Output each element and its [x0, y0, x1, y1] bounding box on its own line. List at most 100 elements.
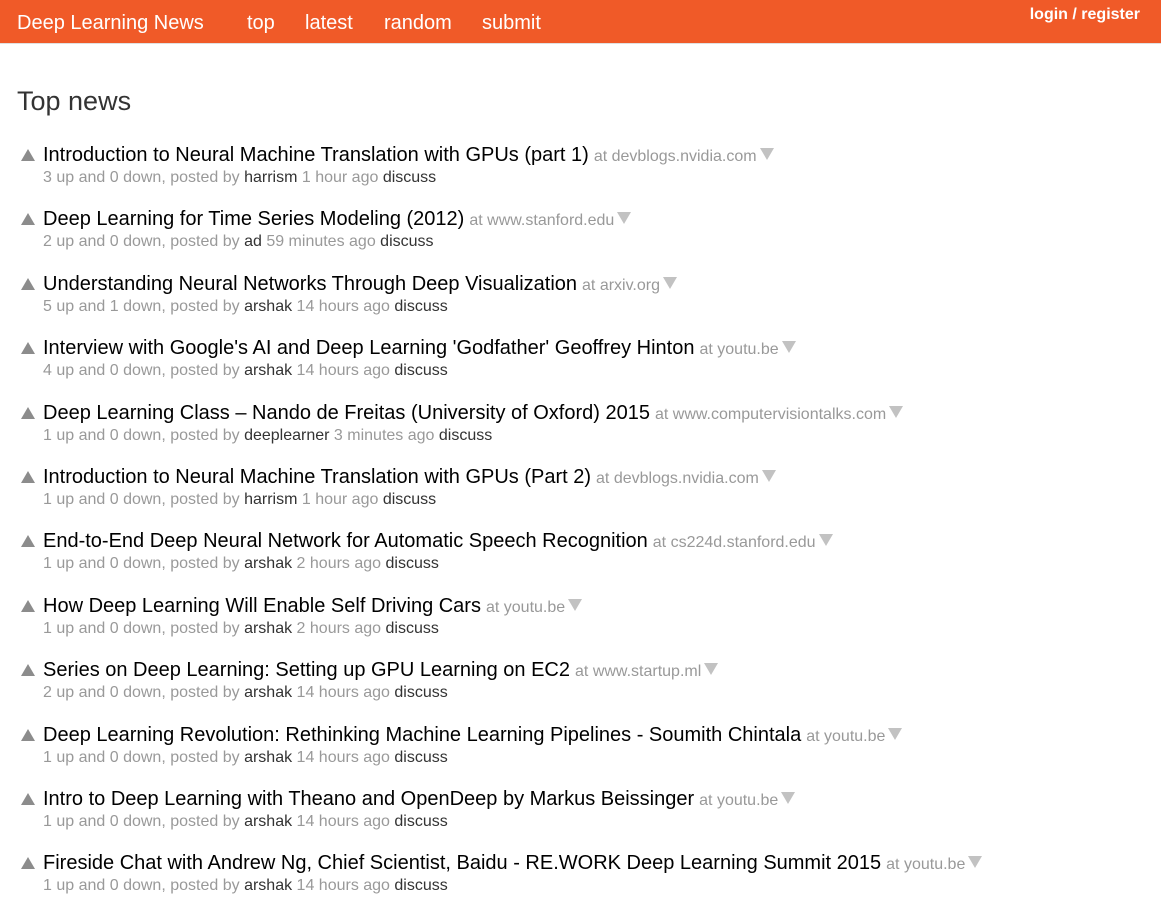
nav-random-link[interactable]: random [384, 12, 452, 35]
upvote-arrow-icon[interactable] [21, 342, 35, 355]
nav-latest-link[interactable]: latest [305, 12, 353, 35]
news-title-link[interactable]: Introduction to Neural Machine Translati… [43, 466, 591, 488]
news-time: 2 hours ago [296, 555, 382, 573]
upvote-arrow-icon[interactable] [21, 664, 35, 677]
news-title-link[interactable]: Series on Deep Learning: Setting up GPU … [43, 659, 570, 681]
news-site: devblogs.nvidia.com [611, 148, 757, 165]
news-user-link[interactable]: arshak [244, 813, 292, 830]
upvote-arrow-icon[interactable] [21, 406, 35, 419]
discuss-link[interactable]: discuss [394, 877, 447, 894]
site-brand-link[interactable]: Deep Learning News [17, 12, 204, 35]
news-time: 14 hours ago [296, 362, 390, 380]
discuss-link[interactable]: discuss [394, 298, 447, 315]
news-source: at devblogs.nvidia.com [594, 148, 757, 165]
news-user-link[interactable]: arshak [244, 555, 292, 572]
news-user-link[interactable]: arshak [244, 684, 292, 701]
upvote-arrow-icon[interactable] [21, 792, 35, 805]
news-list: Introduction to Neural Machine Translati… [0, 142, 1161, 915]
news-title-line: How Deep Learning Will Enable Self Drivi… [43, 595, 583, 618]
discuss-link[interactable]: discuss [394, 813, 447, 830]
news-site: www.computervisiontalks.com [672, 405, 887, 423]
downvote-arrow-icon[interactable] [617, 212, 632, 225]
news-meta: 1 up and 0 down, posted by arshak 2 hour… [43, 555, 439, 573]
upvote-arrow-icon[interactable] [21, 535, 35, 548]
upvote-arrow-icon[interactable] [21, 857, 35, 870]
at-label: at [582, 276, 596, 294]
news-meta: 5 up and 1 down, posted by arshak 14 hou… [43, 298, 448, 316]
news-site: youtu.be [903, 856, 966, 874]
news-user-link[interactable]: ad [244, 233, 262, 250]
news-title-link[interactable]: End-to-End Deep Neural Network for Autom… [43, 530, 648, 552]
news-user-link[interactable]: harrism [244, 169, 297, 186]
news-item: Deep Learning Revolution: Rethinking Mac… [0, 722, 1161, 786]
discuss-link[interactable]: discuss [383, 169, 436, 186]
upvote-arrow-icon[interactable] [21, 599, 35, 612]
news-title-link[interactable]: Understanding Neural Networks Through De… [43, 273, 577, 295]
news-user-link[interactable]: arshak [244, 877, 292, 894]
nav-submit-link[interactable]: submit [482, 12, 541, 35]
at-label: at [652, 534, 667, 552]
news-user-link[interactable]: arshak [244, 749, 292, 766]
downvote-arrow-icon[interactable] [568, 598, 583, 611]
discuss-link[interactable]: discuss [394, 362, 447, 379]
news-title-link[interactable]: How Deep Learning Will Enable Self Drivi… [43, 595, 481, 617]
downvote-arrow-icon[interactable] [759, 148, 774, 160]
vote-counts: 2 up and 0 down, [43, 233, 166, 251]
discuss-link[interactable]: discuss [380, 233, 433, 250]
news-title-link[interactable]: Introduction to Neural Machine Translati… [43, 144, 589, 166]
vote-counts: 1 up and 0 down, [43, 426, 166, 444]
news-time: 1 hour ago [301, 490, 379, 508]
news-user-link[interactable]: arshak [244, 362, 292, 379]
upvote-arrow-icon[interactable] [21, 470, 35, 483]
upvote-arrow-icon[interactable] [21, 728, 35, 741]
downvote-arrow-icon[interactable] [888, 727, 903, 740]
discuss-link[interactable]: discuss [383, 491, 436, 508]
news-site: youtu.be [716, 791, 779, 809]
login-link[interactable]: login [1030, 6, 1068, 23]
at-label: at [806, 727, 820, 745]
account-links: login / register [1030, 6, 1140, 24]
downvote-arrow-icon[interactable] [781, 791, 796, 804]
vote-counts: 1 up and 0 down, [43, 490, 166, 508]
news-user-link[interactable]: harrism [244, 491, 297, 508]
news-title-line: Series on Deep Learning: Setting up GPU … [43, 659, 719, 682]
news-site: youtu.be [824, 727, 886, 745]
discuss-link[interactable]: discuss [386, 555, 439, 572]
news-time: 3 minutes ago [333, 426, 435, 444]
news-user-link[interactable]: arshak [244, 620, 292, 637]
downvote-arrow-icon[interactable] [818, 534, 833, 547]
downvote-arrow-icon[interactable] [704, 663, 719, 676]
news-source: at youtu.be [699, 792, 778, 809]
news-title-line: Deep Learning Revolution: Rethinking Mac… [43, 724, 903, 747]
vote-counts: 1 up and 0 down, [43, 555, 166, 573]
posted-by-label: posted by [170, 426, 240, 444]
news-source: at www.computervisiontalks.com [655, 406, 886, 423]
news-title-link[interactable]: Interview with Google's AI and Deep Lear… [43, 337, 694, 359]
register-link[interactable]: register [1081, 6, 1140, 23]
news-time: 14 hours ago [296, 748, 390, 766]
news-title-link[interactable]: Intro to Deep Learning with Theano and O… [43, 788, 694, 810]
upvote-arrow-icon[interactable] [21, 149, 35, 161]
news-title-line: Introduction to Neural Machine Translati… [43, 144, 774, 167]
upvote-arrow-icon[interactable] [21, 277, 35, 290]
downvote-arrow-icon[interactable] [761, 469, 776, 482]
news-title-line: Deep Learning for Time Series Modeling (… [43, 208, 632, 231]
news-title-link[interactable]: Deep Learning for Time Series Modeling (… [43, 208, 464, 230]
nav-top-link[interactable]: top [247, 12, 275, 35]
discuss-link[interactable]: discuss [394, 684, 447, 701]
news-user-link[interactable]: arshak [244, 298, 292, 315]
at-label: at [575, 663, 589, 681]
downvote-arrow-icon[interactable] [662, 276, 677, 289]
news-item: Understanding Neural Networks Through De… [0, 271, 1161, 335]
news-title-link[interactable]: Deep Learning Revolution: Rethinking Mac… [43, 724, 801, 746]
downvote-arrow-icon[interactable] [781, 341, 796, 354]
news-title-link[interactable]: Fireside Chat with Andrew Ng, Chief Scie… [43, 852, 881, 874]
upvote-arrow-icon[interactable] [21, 213, 35, 226]
discuss-link[interactable]: discuss [439, 427, 492, 444]
news-user-link[interactable]: deeplearner [244, 427, 329, 444]
discuss-link[interactable]: discuss [386, 620, 439, 637]
news-title-link[interactable]: Deep Learning Class – Nando de Freitas (… [43, 402, 650, 424]
downvote-arrow-icon[interactable] [889, 405, 904, 418]
discuss-link[interactable]: discuss [394, 749, 447, 766]
downvote-arrow-icon[interactable] [968, 856, 983, 869]
